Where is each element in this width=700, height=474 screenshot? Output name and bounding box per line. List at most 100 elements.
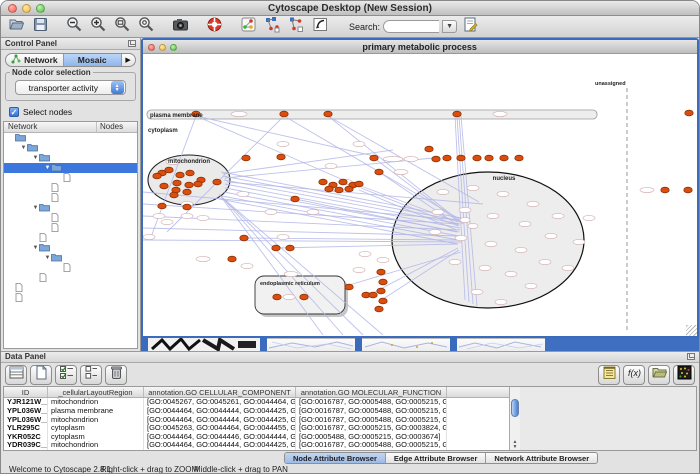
tree-row-cellular-metabo[interactable] [4,213,137,223]
tree-row-multi-organism-pro[interactable] [4,273,137,283]
function-button[interactable]: f(x) [623,365,645,385]
table-scrollbar[interactable]: ▲▼ [509,387,520,450]
network-node[interactable] [185,170,193,176]
search-input[interactable] [383,20,439,33]
table-row[interactable]: YDR039C__1mitochondrion[GO:0044464, GO:0… [4,441,509,450]
column-header[interactable]: annotation.GO CELLULAR_COMPONENT [144,387,296,397]
network-node[interactable] [164,167,172,173]
table-row[interactable]: YLR295Ccytoplasm[GO:0045263, GO:0044464,… [4,424,509,433]
tree-row-cell-communicat[interactable] [4,223,137,233]
column-header[interactable] [447,387,507,397]
network-node[interactable] [157,203,165,209]
tree-row-establishment-of-lo[interactable]: ▼ [4,243,137,253]
new-attribute-button[interactable] [30,365,52,385]
network-node[interactable] [484,155,492,161]
matrix-button[interactable] [673,365,695,385]
background-window-thumbnail[interactable] [457,338,545,351]
network-node[interactable] [354,181,362,187]
search-dropdown-button[interactable]: ▼ [442,20,457,33]
tree-row-metabolic-process[interactable]: ▼ [4,153,137,163]
network-node[interactable] [159,183,167,189]
tree-row-unassigned[interactable] [4,283,137,293]
window-frame-fragment[interactable] [450,338,457,351]
network-node[interactable] [175,172,183,178]
network-node[interactable] [323,111,331,117]
network-node[interactable] [338,179,346,185]
network-node[interactable] [378,279,386,285]
network-node[interactable] [431,156,439,162]
expand-arrow-icon[interactable]: ▼ [20,145,27,151]
table-row[interactable]: YPL036W__1mitochondrion[GO:0044464, GO:0… [4,416,509,425]
tab-edge-attribute-browser[interactable]: Edge Attribute Browser [386,453,486,463]
network-node[interactable] [374,169,382,175]
network-node[interactable] [272,294,280,300]
minimize-button[interactable] [159,44,166,51]
network-node[interactable] [299,294,307,300]
network-node[interactable] [368,292,376,298]
unchecked-list-button[interactable] [80,365,102,385]
network-node[interactable] [456,155,464,161]
zoom-button[interactable] [170,44,177,51]
delete-attribute-button[interactable] [105,365,127,385]
background-window-thumbnail[interactable] [267,338,355,351]
checked-list-button[interactable] [55,365,77,385]
network-node[interactable] [182,204,190,210]
network-canvas[interactable]: plasma membranecytoplasmmitochondrionnuc… [143,54,697,336]
zoom-selected-button[interactable] [111,17,133,37]
network-node[interactable] [452,111,460,117]
table-row[interactable]: YPL036W__2plasma membrane[GO:0044464, GO… [4,407,509,416]
zoom-in-button[interactable] [87,17,109,37]
overview-thumbnail[interactable] [148,338,260,351]
network-node[interactable] [279,111,287,117]
expand-arrow-icon[interactable]: ▼ [32,205,39,211]
network-node[interactable] [241,155,249,161]
network-node[interactable] [378,298,386,304]
notepad-button[interactable] [598,365,620,385]
network-node[interactable] [318,179,326,185]
network-node[interactable] [424,146,432,152]
minimize-button[interactable] [22,4,31,13]
network-node[interactable] [193,181,201,187]
float-panel-icon[interactable] [687,353,695,360]
tree-row-transport[interactable]: ▼ [4,253,137,263]
tree-row-primary-metab[interactable]: ▼ [4,163,137,173]
network-node[interactable] [227,256,235,262]
expand-arrow-icon[interactable]: ▼ [32,245,39,251]
save-button[interactable] [29,17,51,37]
tab-overflow-arrow[interactable]: ▶ [122,54,135,66]
table-row[interactable]: YKR052Ccytoplasm[GO:0044464, GO:0044446,… [4,433,509,442]
scrollbar-thumb[interactable] [511,399,519,417]
network-node[interactable] [152,173,160,179]
network-node[interactable] [442,155,450,161]
column-header[interactable]: annotation.GO MOLECULAR_FUNCTION [296,387,447,397]
tab-network-attribute-browser[interactable]: Network Attribute Browser [486,453,597,463]
scrollbar-arrows[interactable]: ▲▼ [510,440,520,450]
network-node[interactable] [182,189,190,195]
expand-arrow-icon[interactable]: ▼ [32,155,39,161]
tab-network[interactable]: Network [6,54,64,66]
expand-arrow-icon[interactable]: ▼ [44,165,51,171]
network-node[interactable] [376,288,384,294]
select-first-neighbors-button[interactable] [261,17,283,37]
help-lifering-button[interactable] [203,17,225,37]
network-node[interactable] [499,155,507,161]
close-button[interactable] [148,44,155,51]
camera-button[interactable] [169,17,191,37]
background-window-thumbnail[interactable] [362,338,450,351]
network-node[interactable] [344,186,352,192]
network-node[interactable] [276,154,284,160]
network-node[interactable] [212,179,220,185]
tree-row-mosaic-demo-yeast[interactable] [4,133,137,143]
tree-row-overview[interactable] [4,293,137,303]
tree-row-biological-process[interactable]: ▼ [4,143,137,153]
network-node[interactable] [514,155,522,161]
tree-row-response-to-stimulu[interactable] [4,233,137,243]
network-node[interactable] [169,192,177,198]
network-node[interactable] [172,180,180,186]
close-button[interactable] [8,4,17,13]
edit-doc-button[interactable] [459,17,481,37]
layout-button[interactable] [237,17,259,37]
network-node[interactable] [369,155,377,161]
window-frame-fragment[interactable] [355,338,362,351]
resize-grip[interactable] [686,325,697,336]
